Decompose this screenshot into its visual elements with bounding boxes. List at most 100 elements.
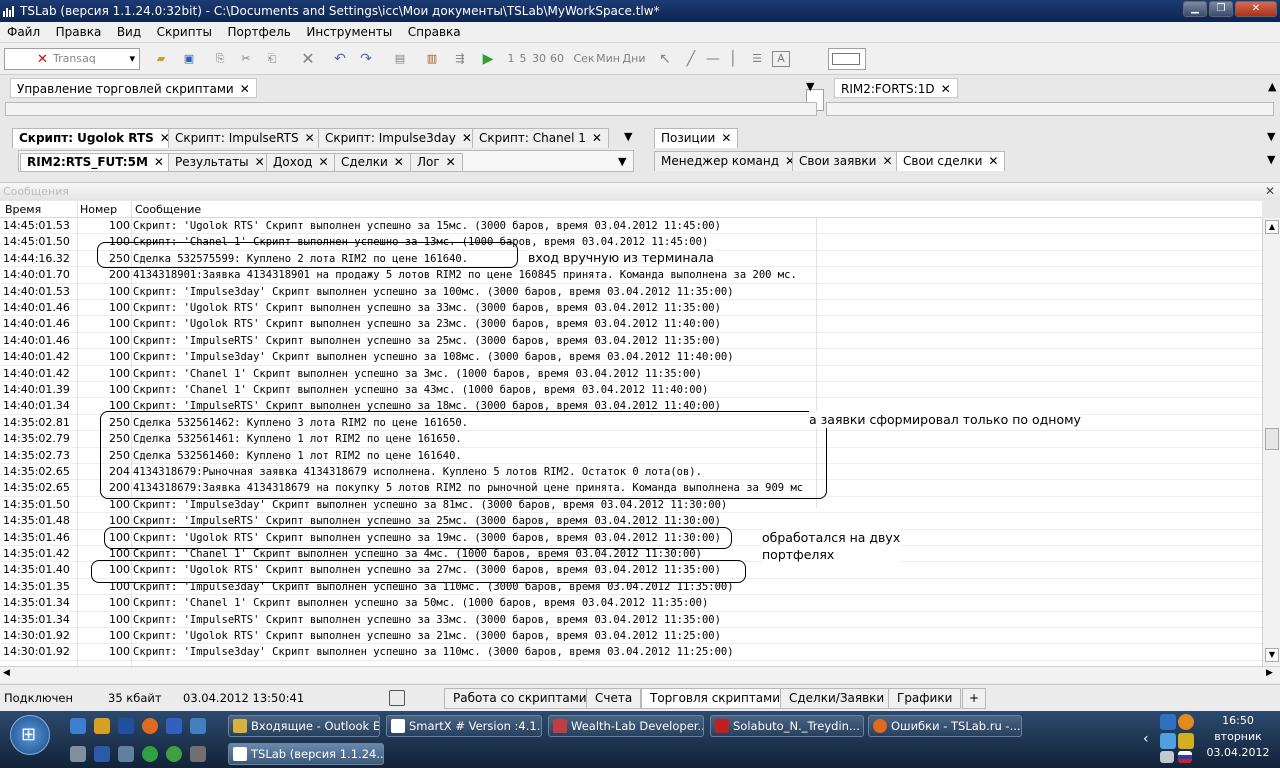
table-row[interactable]: 14:40:01.46 100 Скрипт: 'ImpulseRTS' Скрип… [0,333,1262,350]
undo-icon[interactable]: ↶ [330,49,350,69]
column-header-time[interactable]: Время [5,201,41,218]
column-header-message[interactable]: Сообщение [135,201,201,218]
color-dropdown[interactable] [828,48,866,70]
quicklaunch-icon[interactable] [166,746,182,762]
task-smartx[interactable]: SmartX # Version :4.1... [386,715,542,737]
paste-icon[interactable]: ⎗ [262,49,282,69]
close-icon[interactable]: ✕ [882,152,892,170]
table-row[interactable]: 14:30:01.92 100 Скрипт: 'Ugolok RTS' Скрип… [0,628,1262,645]
tab-positions[interactable]: Позиции ✕ [654,128,739,148]
menu-help[interactable]: Справка [403,22,466,43]
optimize-icon[interactable]: ⇶ [450,49,470,69]
interval-5[interactable]: 5 [518,49,528,69]
close-icon[interactable]: ✕ [1265,183,1275,200]
menu-file[interactable]: Файл [2,22,45,43]
save-icon[interactable]: ▣ [178,49,200,69]
menu-edit[interactable]: Правка [51,22,107,43]
vline-tool-icon[interactable]: │ [726,49,740,69]
connector-select[interactable]: ✕ Transaq ▾ [4,48,140,70]
word-icon[interactable] [94,746,110,762]
menu-tools[interactable]: Инструменты [301,22,397,43]
tab-results[interactable]: Результаты ✕ [168,153,272,171]
scroll-up-icon[interactable]: ▲ [1265,220,1279,234]
quicklaunch-icon[interactable] [118,746,134,762]
close-icon[interactable]: ✕ [462,129,472,147]
start-button[interactable]: ⊞ [10,715,50,755]
task-outlook[interactable]: Входящие - Outlook E... [228,715,380,737]
table-row[interactable]: 14:40:01.46 100 Скрипт: 'Ugolok RTS' Скрип… [0,316,1262,333]
chevron-down-icon[interactable]: ▼ [806,80,814,93]
scroll-down-icon[interactable]: ▼ [1265,648,1279,662]
bottom-tab-scripts-work[interactable]: Работа со скриптами [444,688,596,709]
bottom-tab-charts[interactable]: Графики [888,688,962,709]
tab-own-trades[interactable]: Свои сделки ✕ [896,151,1006,171]
close-icon[interactable]: ✕ [721,129,731,147]
bottom-tab-deals-orders[interactable]: Сделки/Заявки [780,688,894,709]
fib-tool-icon[interactable]: ☰ [748,49,766,69]
table-row[interactable]: 14:40:01.46 100 Скрипт: 'Ugolok RTS' Скрип… [0,300,1262,317]
task-firefox[interactable]: Ошибки - TSLab.ru -... [868,715,1022,737]
interval-1[interactable]: 1 [506,49,516,69]
properties-icon[interactable]: ▤ [390,49,410,69]
hline-tool-icon[interactable]: — [704,49,722,69]
firefox-icon[interactable] [142,718,158,734]
chart-icon[interactable]: ▥ [422,49,442,69]
tab-rim2-chart[interactable]: RIM2:RTS_FUT:5M ✕ [20,153,171,171]
interval-min[interactable]: Мин [596,49,620,69]
tab-script-impulse3day[interactable]: Скрипт: Impulse3day ✕ [318,128,479,148]
quicklaunch-icon[interactable] [190,746,206,762]
tab-script-chanel1[interactable]: Скрипт: Chanel 1 ✕ [472,128,609,148]
table-row[interactable]: 14:30:01.92 100 Скрипт: 'Impulse3day' Скри… [0,644,1262,661]
open-folder-icon[interactable]: ▰ [150,49,172,69]
table-row[interactable]: 14:40:01.53 100 Скрипт: 'Impulse3day' Скри… [0,284,1262,300]
tray-icon[interactable] [1160,714,1176,730]
language-flag-icon[interactable] [1178,751,1192,763]
close-icon[interactable]: ✕ [592,129,602,147]
table-row[interactable]: 14:40:01.39 100 Скрипт: 'Chanel 1' Скрипт … [0,382,1262,399]
quicklaunch-icon[interactable] [94,718,110,734]
table-row[interactable]: 14:35:01.50 100 Скрипт: 'Impulse3day' Скри… [0,497,1262,514]
chrome-icon[interactable] [142,746,158,762]
script-manager-scrollbar[interactable] [5,102,817,116]
interval-30[interactable]: 30 [531,49,547,69]
menu-scripts[interactable]: Скрипты [152,22,217,43]
scroll-right-icon[interactable]: ▶ [1266,668,1273,678]
quicklaunch-icon[interactable] [118,718,134,734]
messages-horizontal-scrollbar[interactable]: ◀ ▶ [0,666,1280,683]
cursor-icon[interactable]: ↖ [656,49,674,69]
volume-icon[interactable] [1160,751,1174,763]
text-tool-icon[interactable]: A [772,51,790,67]
maximize-icon[interactable]: ❐ [1209,1,1233,17]
tab-own-orders[interactable]: Свои заявки ✕ [792,151,900,171]
menu-view[interactable]: Вид [112,22,146,43]
chevron-down-icon[interactable]: ▼ [618,155,626,168]
table-row[interactable]: 14:35:01.34 100 Скрипт: 'Chanel 1' Скрипт … [0,595,1262,612]
clock[interactable]: 16:50 вторник 03.04.2012 [1200,713,1276,761]
interval-60[interactable]: 60 [549,49,565,69]
tab-log[interactable]: Лог ✕ [410,153,463,171]
close-icon[interactable]: ✕ [154,154,164,170]
task-tslab[interactable]: TSLab (версия 1.1.24... [228,743,384,765]
add-tab-button[interactable]: + [962,688,987,709]
bottom-tab-script-trading[interactable]: Торговля скриптами [641,688,790,709]
tab-command-manager[interactable]: Менеджер команд ✕ [654,151,803,171]
ie-icon[interactable] [70,718,86,734]
tab-script-ugolok[interactable]: Скрипт: Ugolok RTS ✕ [12,128,177,148]
redo-icon[interactable]: ↷ [356,49,376,69]
copy-icon[interactable]: ⎘ [210,49,230,69]
interval-days[interactable]: Дни [622,49,646,69]
close-icon[interactable]: ✕ [394,154,404,170]
close-icon[interactable]: ✕ [941,79,951,99]
network-icon[interactable] [1160,733,1176,749]
chevron-down-icon[interactable]: ▼ [1267,153,1275,166]
table-row[interactable]: 14:35:01.34 100 Скрипт: 'ImpulseRTS' Скрип… [0,612,1262,628]
chart-tab-rim2[interactable]: RIM2:FORTS:1D ✕ [834,78,958,98]
tray-icon[interactable] [1178,714,1194,730]
table-row[interactable]: 14:40:01.70 200 4134318901:Заявка 41343189… [0,267,1262,284]
table-row[interactable]: 14:40:01.42 100 Скрипт: 'Impulse3day' Скри… [0,349,1262,366]
close-icon[interactable]: ✕ [240,79,250,99]
close-icon[interactable]: ✕ [305,129,315,147]
close-icon[interactable]: ✕ [446,154,456,170]
close-icon[interactable]: ✕ [318,154,328,170]
cut-icon[interactable]: ✂ [236,49,256,69]
